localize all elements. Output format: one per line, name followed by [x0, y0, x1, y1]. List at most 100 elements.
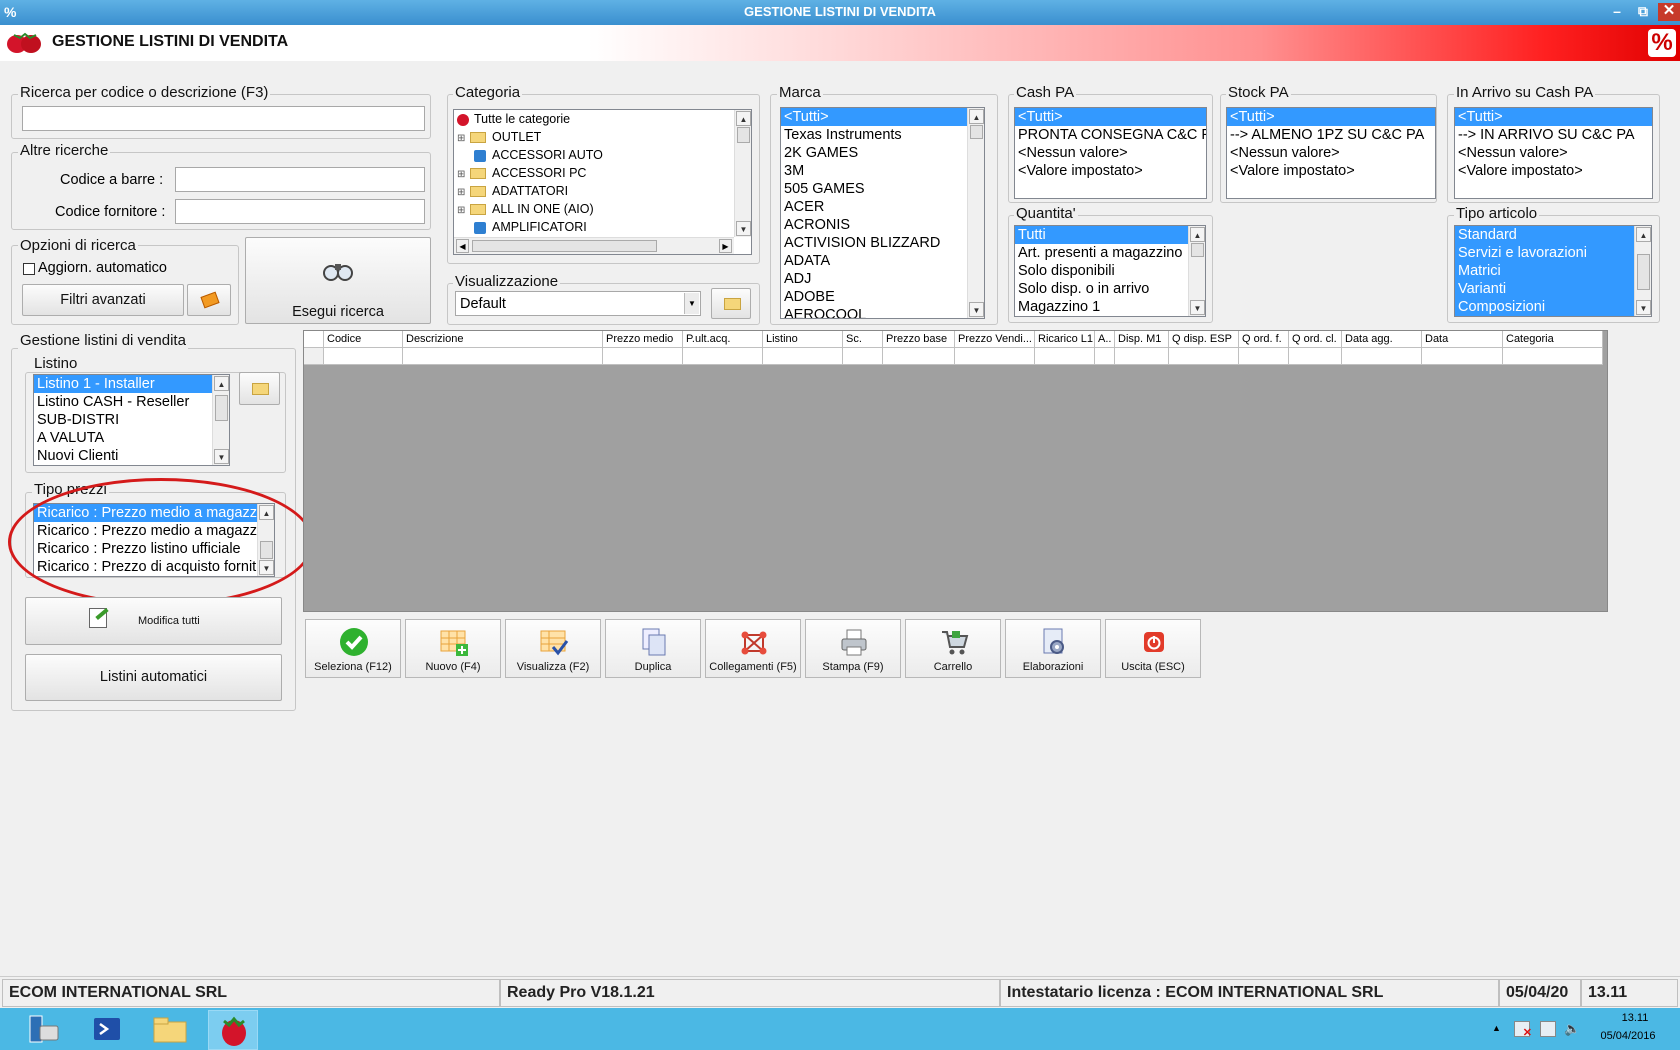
view-select[interactable]: Default ▼ [455, 291, 701, 316]
clock-time[interactable]: 13.11 [1600, 1012, 1670, 1024]
advanced-filters-button[interactable]: Filtri avanzati [22, 284, 184, 316]
clock-date[interactable]: 05/04/2016 [1588, 1030, 1668, 1042]
close-button[interactable]: ✕ [1658, 3, 1680, 21]
table-cell[interactable] [1169, 348, 1239, 365]
column-header[interactable]: Data agg. [1342, 331, 1422, 348]
column-header[interactable]: Data [1422, 331, 1503, 348]
column-header[interactable]: Q disp. ESP [1169, 331, 1239, 348]
list-item[interactable]: <Tutti> [1015, 108, 1206, 126]
list-item[interactable]: Servizi e lavorazioni [1455, 244, 1651, 262]
list-item[interactable]: ADATA [781, 252, 984, 270]
list-item[interactable]: Varianti [1455, 280, 1651, 298]
table-cell[interactable] [1239, 348, 1289, 365]
tree-item[interactable]: ACCESSORI AUTO [454, 146, 751, 164]
list-item[interactable]: Composizioni [1455, 298, 1651, 316]
list-item[interactable]: AEROCOOL [781, 306, 984, 318]
scrollbar[interactable]: ▲ ▼ [1634, 226, 1651, 316]
search-input[interactable] [22, 106, 425, 131]
minimize-button[interactable]: – [1604, 3, 1630, 21]
table-cell[interactable] [403, 348, 603, 365]
column-header[interactable]: Prezzo medio [603, 331, 683, 348]
table-cell[interactable] [324, 348, 403, 365]
auto-update-checkbox[interactable] [23, 263, 35, 275]
column-header[interactable]: Descrizione [403, 331, 603, 348]
list-item[interactable]: SUB-DISTRI [34, 411, 229, 429]
list-item[interactable]: Matrici [1455, 262, 1651, 280]
list-item[interactable]: Solo disponibili [1015, 262, 1205, 280]
table-cell[interactable] [1289, 348, 1342, 365]
list-item[interactable]: <Tutti> [781, 108, 984, 126]
scrollbar[interactable]: ▲ ▼ [967, 108, 984, 318]
table-cell[interactable] [603, 348, 683, 365]
list-item[interactable]: <Tutti> [1227, 108, 1435, 126]
select-button[interactable]: Seleziona (F12) [305, 619, 401, 678]
automatic-lists-button[interactable]: Listini automatici [25, 654, 282, 701]
list-item[interactable]: --> ALMENO 1PZ SU C&C PA [1227, 126, 1435, 144]
price-list-grid[interactable]: Codice Descrizione Prezzo medio P.ult.ac… [303, 330, 1608, 612]
edit-all-button[interactable]: Modifica tutti [25, 597, 282, 645]
show-hidden-icons-icon[interactable]: ▲ [1492, 1023, 1501, 1033]
list-item[interactable]: <Valore impostato> [1015, 162, 1206, 180]
tree-item[interactable]: AMPLIFICATORI [454, 218, 751, 236]
table-cell[interactable] [1115, 348, 1169, 365]
scrollbar[interactable]: ▲ ▼ [1188, 226, 1205, 316]
list-item[interactable]: ADOBE [781, 288, 984, 306]
duplicate-button[interactable]: Duplica [605, 619, 701, 678]
server-manager-icon[interactable] [22, 1014, 62, 1044]
table-cell[interactable] [763, 348, 843, 365]
barcode-input[interactable] [175, 167, 425, 192]
table-cell[interactable] [955, 348, 1035, 365]
volume-icon[interactable]: 🔈 [1564, 1021, 1580, 1037]
network-status-icon[interactable]: ✕ [1514, 1021, 1532, 1039]
column-header[interactable]: Sc. [843, 331, 883, 348]
scrollbar[interactable]: ▲ ▼ [734, 110, 751, 237]
print-button[interactable]: Stampa (F9) [805, 619, 901, 678]
chevron-down-icon[interactable]: ▼ [684, 293, 699, 314]
table-cell[interactable] [1035, 348, 1095, 365]
column-header[interactable]: Categoria [1503, 331, 1603, 348]
tree-item[interactable]: ⊞ ACCESSORI PC [454, 164, 751, 182]
quantity-list[interactable]: Tutti Art. presenti a magazzino Solo dis… [1014, 225, 1206, 317]
brand-list[interactable]: <Tutti> Texas Instruments 2K GAMES 3M 50… [780, 107, 985, 319]
list-item[interactable]: <Nessun valore> [1227, 144, 1435, 162]
list-item[interactable]: ACER [781, 198, 984, 216]
incoming-cash-pa-list[interactable]: <Tutti> --> IN ARRIVO SU C&C PA <Nessun … [1454, 107, 1653, 199]
tree-item[interactable]: ⊞ ADATTATORI [454, 182, 751, 200]
table-cell[interactable] [683, 348, 763, 365]
list-item[interactable]: --> IN ARRIVO SU C&C PA [1455, 126, 1652, 144]
listino-list[interactable]: Listino 1 - Installer Listino CASH - Res… [33, 374, 230, 466]
app-menu-icon[interactable]: % [4, 0, 16, 24]
list-item[interactable]: ADJ [781, 270, 984, 288]
tree-item[interactable]: ⊞ OUTLET [454, 128, 751, 146]
table-cell[interactable] [1342, 348, 1422, 365]
table-cell[interactable] [1095, 348, 1115, 365]
clear-filters-button[interactable] [187, 284, 231, 316]
view-button[interactable]: Visualizza (F2) [505, 619, 601, 678]
column-header[interactable]: Prezzo base [883, 331, 955, 348]
column-header[interactable]: Ricarico L1 [1035, 331, 1095, 348]
column-header[interactable]: Q ord. cl. [1289, 331, 1342, 348]
list-item[interactable]: <Tutti> [1455, 108, 1652, 126]
processing-button[interactable]: Elaborazioni [1005, 619, 1101, 678]
list-item[interactable]: Standard [1455, 226, 1651, 244]
tree-item[interactable]: Tutte le categorie [454, 110, 751, 128]
list-item[interactable]: <Valore impostato> [1227, 162, 1435, 180]
cash-pa-list[interactable]: <Tutti> PRONTA CONSEGNA C&C PA <Nessun v… [1014, 107, 1207, 199]
file-explorer-icon[interactable] [152, 1014, 188, 1044]
table-cell[interactable] [1422, 348, 1503, 365]
tree-item[interactable]: ⊞ ALL IN ONE (AIO) [454, 200, 751, 218]
list-item[interactable]: Texas Instruments [781, 126, 984, 144]
scrollbar[interactable]: ▲ ▼ [212, 375, 229, 465]
list-item[interactable]: Solo disp. o in arrivo [1015, 280, 1205, 298]
column-header[interactable]: Prezzo Vendi... [955, 331, 1035, 348]
stock-pa-list[interactable]: <Tutti> --> ALMENO 1PZ SU C&C PA <Nessun… [1226, 107, 1436, 199]
list-item[interactable]: 2K GAMES [781, 144, 984, 162]
list-item[interactable]: 3M [781, 162, 984, 180]
column-header[interactable]: A.. [1095, 331, 1115, 348]
table-row[interactable] [304, 348, 324, 365]
ready-pro-taskbar-icon[interactable] [208, 1010, 258, 1050]
list-item[interactable]: Art. presenti a magazzino [1015, 244, 1205, 262]
run-search-button[interactable]: Esegui ricerca [245, 237, 431, 324]
new-button[interactable]: Nuovo (F4) [405, 619, 501, 678]
list-item[interactable]: <Valore impostato> [1455, 162, 1652, 180]
